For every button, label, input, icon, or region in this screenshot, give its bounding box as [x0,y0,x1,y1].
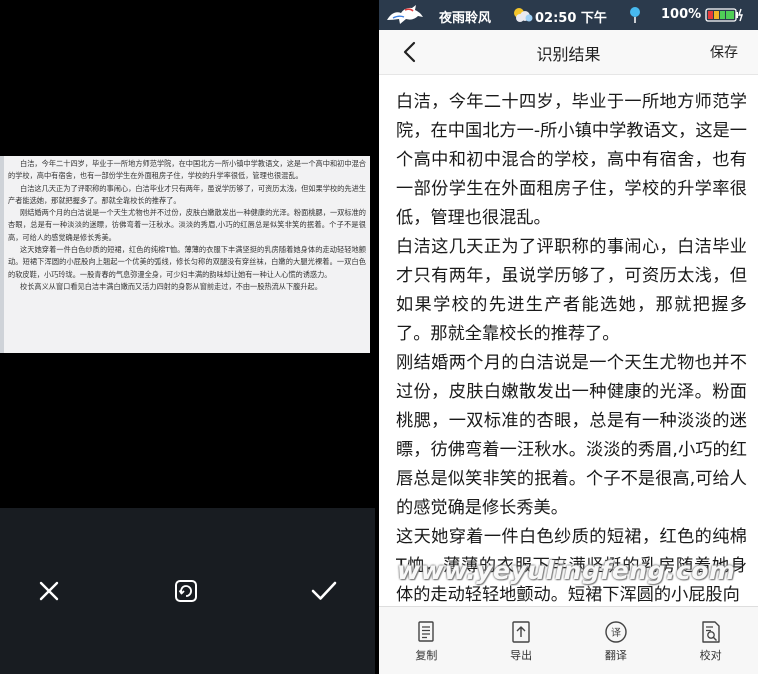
status-app-name: 夜雨聆风 [439,11,492,26]
nav-bar: 识别结果 保存 [379,30,758,75]
proofread-icon [701,621,720,643]
preview-paragraph: 白洁这几天正为了评职称的事闹心，白洁毕业才只有两年，虽说学历够了，可资历太浅，但… [8,183,366,205]
recognized-paragraph: 白洁这几天正为了评职称的事闹心，白洁毕业才只有两年，虽说学历够了，可资历太浅，但… [396,237,747,344]
recognized-text-area[interactable]: 白洁，今年二十四岁，毕业于一所地方师范学院，在中国北方一-所小镇中学教语文，这是… [396,88,747,603]
export-icon [512,621,530,643]
recognized-paragraph: 白洁，今年二十四岁，毕业于一所地方师范学院，在中国北方一-所小镇中学教语文，这是… [396,92,747,228]
recognized-paragraph: 刚结婚两个月的白洁说是一个天生尤物也并不过份，皮肤白嫩散发出一种健康的光泽。粉面… [396,353,747,518]
confirm-button[interactable] [307,574,341,608]
bottom-tab-bar: 复制 导出 译 翻译 校对 [379,606,758,674]
tab-copy[interactable]: 复制 [379,607,474,674]
preview-paragraph: 白洁，今年二十四岁，毕业于一所地方师范学院，在中国北方一所小镇中学教语文，这是一… [8,159,366,181]
translate-icon: 译 [605,621,627,643]
weather-icon [514,8,533,22]
status-time: 02:50 下午 [535,11,607,26]
status-battery-percent: 100% [661,7,702,22]
result-screen: 夜雨聆风 02:50 下午 100% 识别结果 保存 白洁，今年二十四岁，毕业于… [379,0,758,674]
status-bar: 夜雨聆风 02:50 下午 100% [379,0,758,30]
close-icon [39,581,59,601]
copy-icon [418,621,435,642]
preview-paragraph: 这天她穿着一件白色纱质的短裙，红色的纯棉T恤。薄薄的衣服下丰满坚挺的乳房随着她身… [8,245,366,279]
tab-translate[interactable]: 译 翻译 [569,607,664,674]
location-pin-icon [630,7,640,23]
cancel-button[interactable] [32,574,66,608]
watermark: www.yeyulingfeng.com [397,556,736,585]
rotate-button[interactable] [169,574,203,608]
page-title: 识别结果 [536,45,601,64]
check-icon [311,581,337,600]
preview-paragraph: 校长高义从窗口看见白洁丰满白嫩而又活力四射的身影从窗前走过，不由一股热流从下腹升… [20,281,322,291]
crop-screen: 白洁，今年二十四岁，毕业于一所地方师范学院，在中国北方一所小镇中学教语文，这是一… [0,0,375,674]
save-button[interactable]: 保存 [710,42,738,62]
tab-label: 翻译 [604,649,627,662]
preview-paragraph: 刚结婚两个月的白洁说是一个天生尤物也并不过份，皮肤白嫩散发出一种健康的光泽。粉面… [8,208,366,242]
tab-label: 导出 [510,649,533,662]
tab-label: 校对 [699,649,722,662]
tab-label: 复制 [415,649,438,662]
svg-text:译: 译 [611,627,621,639]
crop-toolbar [0,508,375,674]
rotate-icon [175,580,197,602]
captured-document-preview: 白洁，今年二十四岁，毕业于一所地方师范学院，在中国北方一所小镇中学教语文，这是一… [4,156,370,353]
tab-export[interactable]: 导出 [474,607,569,674]
horse-logo-icon [387,5,423,24]
tab-proofread[interactable]: 校对 [663,607,758,674]
battery-icon [705,8,743,22]
